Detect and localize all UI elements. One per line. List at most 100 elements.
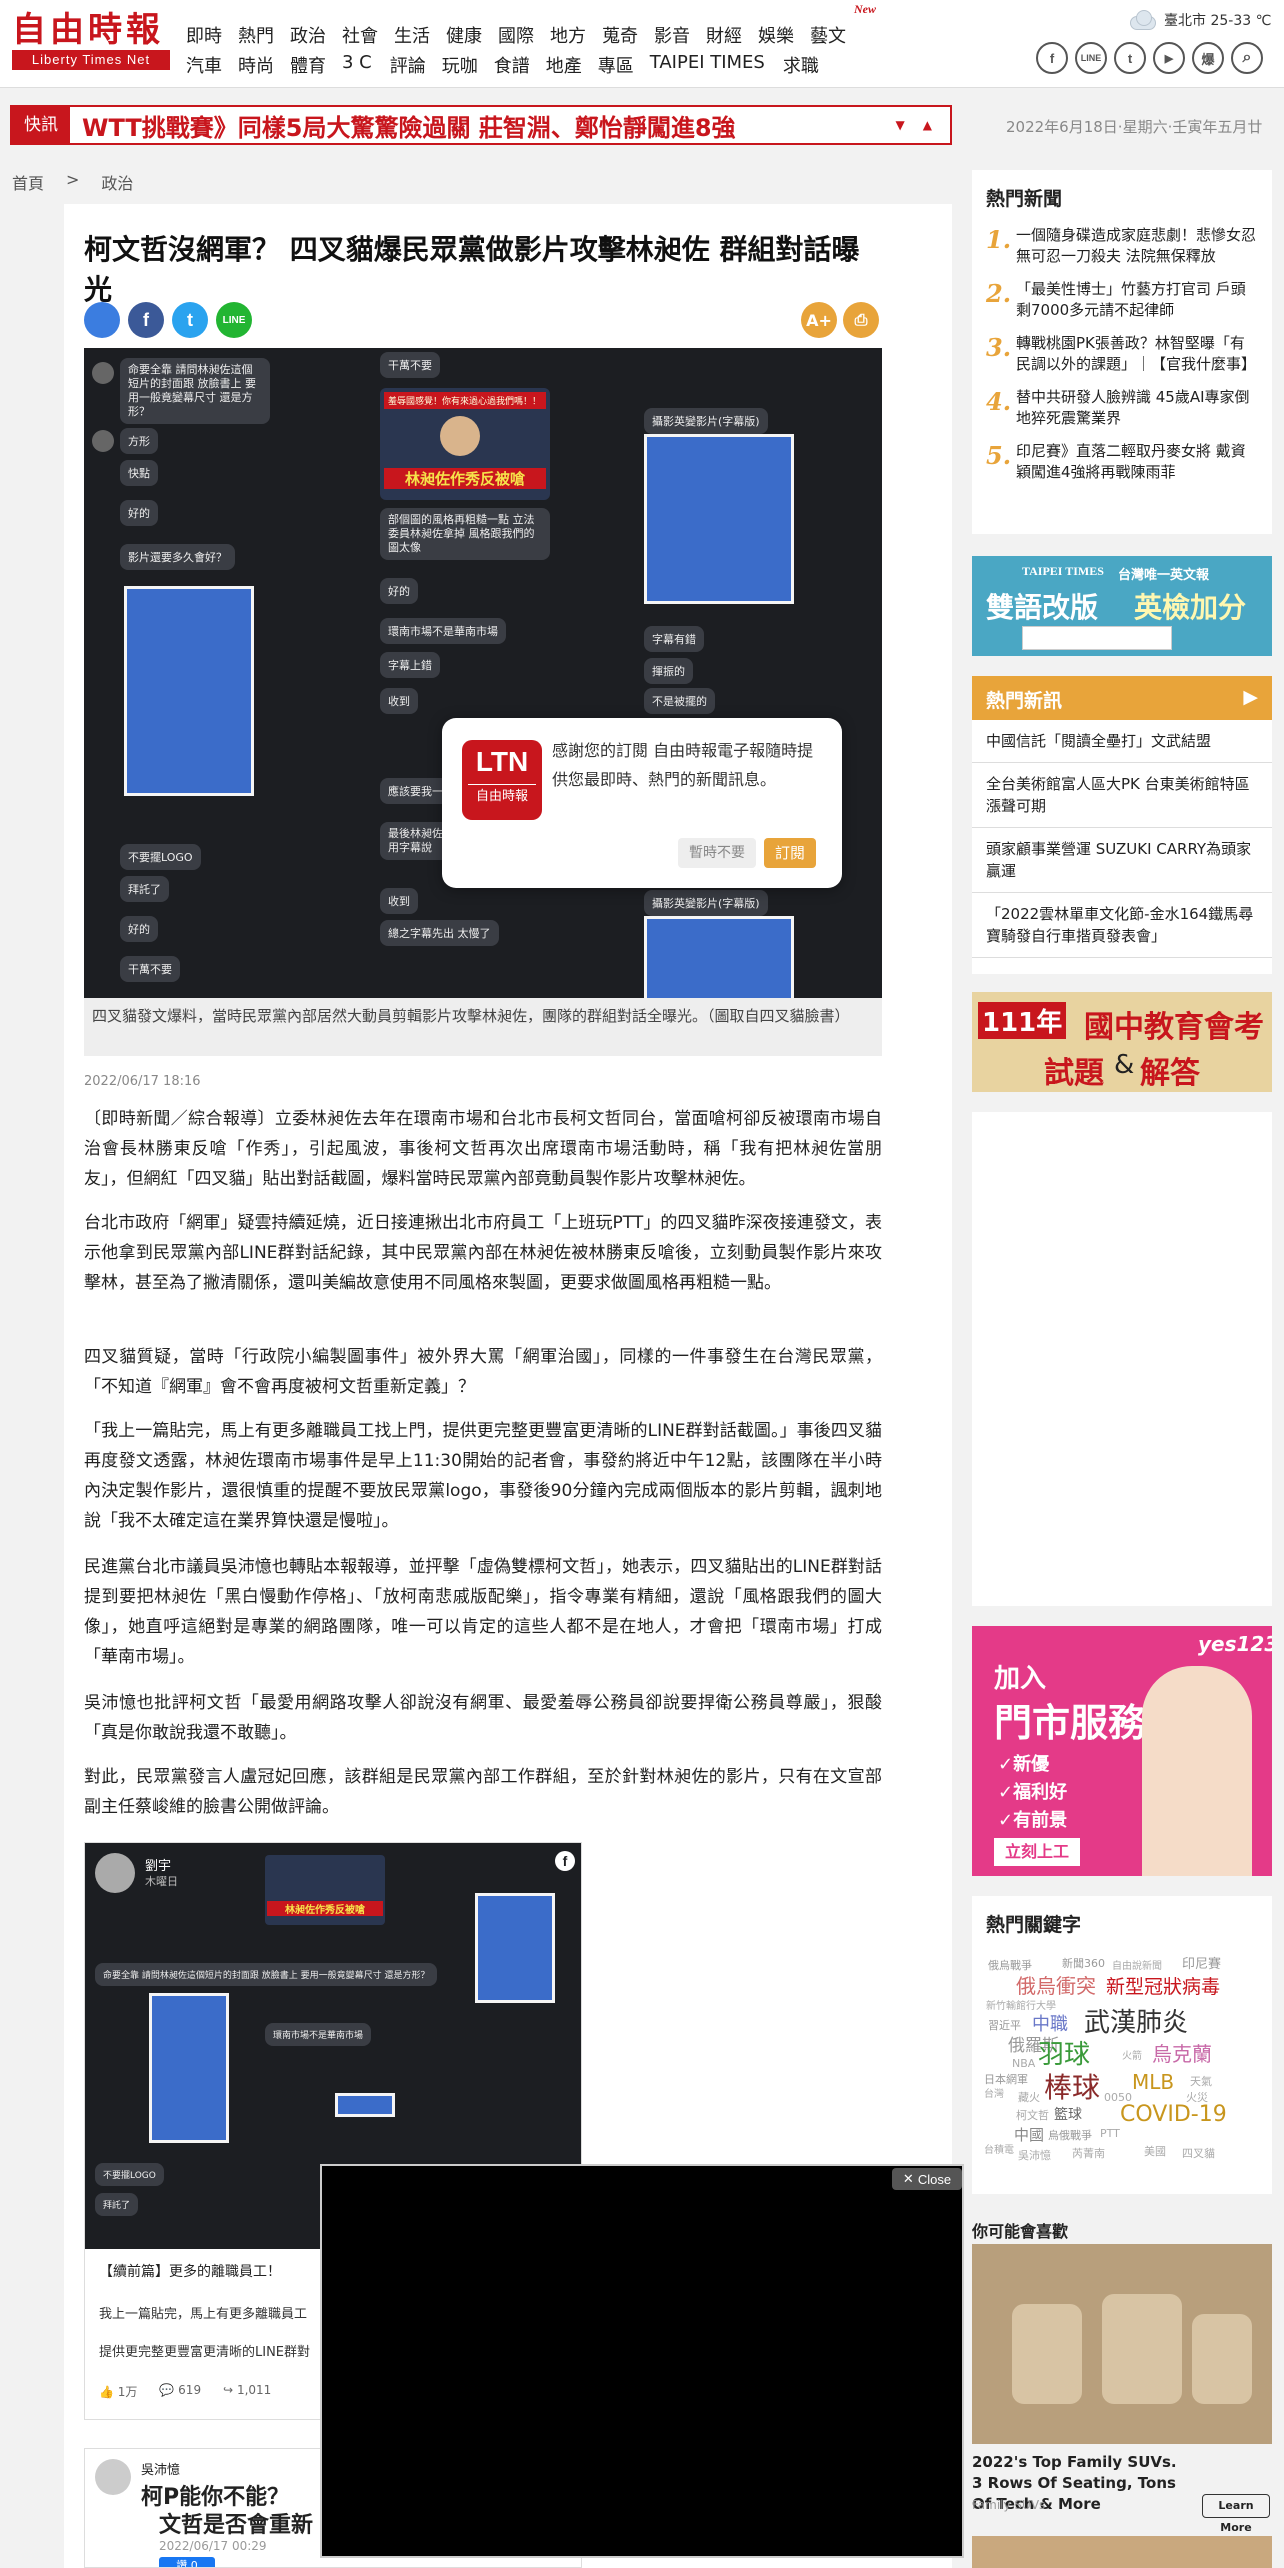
weather-widget[interactable]: 臺北市 25-33 ℃ xyxy=(1128,10,1271,30)
keyword-link[interactable]: PTT xyxy=(1100,2128,1120,2139)
keyword-link[interactable]: 中國 xyxy=(1014,2128,1044,2143)
line-share-icon[interactable]: LINE xyxy=(216,302,252,338)
keyword-link[interactable]: 俄烏戰爭 xyxy=(988,1960,1032,1971)
share-dot-icon[interactable] xyxy=(84,302,120,338)
sponsored-news-item[interactable]: 中國信託「閱讀全壘打」文武結盟 xyxy=(972,720,1272,763)
sponsored-news-item[interactable]: 全台美術館富人區大PK 台東美術館特區漲聲可期 xyxy=(972,763,1272,828)
site-logo[interactable]: 自由時報 Liberty Times Net xyxy=(12,10,170,74)
facebook-share-icon[interactable]: f xyxy=(128,302,164,338)
print-icon[interactable]: ⎙ xyxy=(843,302,879,338)
breadcrumb-politics[interactable]: 政治 xyxy=(101,170,133,194)
keyword-link[interactable]: 新竹輸館行大學 xyxy=(986,2002,1056,2012)
twitter-icon[interactable]: t xyxy=(1114,42,1146,74)
breaking-up-arrow-icon[interactable]: ▲ xyxy=(923,118,932,132)
facebook-icon[interactable]: f xyxy=(1036,42,1068,74)
chevron-right-icon[interactable]: ▶ xyxy=(1243,686,1258,708)
breadcrumb-home[interactable]: 首頁 xyxy=(12,170,44,194)
taipei-times-ad[interactable]: TAIPEI TIMES 台灣唯一英文報 雙語改版 英檢加分 xyxy=(972,556,1272,656)
popup-later-button[interactable]: 暫時不要 xyxy=(678,838,756,868)
nav-item-0[interactable]: 汽車 xyxy=(186,52,238,78)
keyword-link[interactable]: 俄烏衝突 xyxy=(1016,1976,1096,1996)
keyword-link[interactable]: NBA xyxy=(1012,2058,1035,2069)
hot-news-item[interactable]: 1. 一個隨身碟造成家庭悲劇！悲慘女忍無可忍一刀殺夫 法院無保釋放 xyxy=(972,219,1272,273)
keyword-link[interactable]: 習近平 xyxy=(988,2020,1021,2031)
nav-item-4[interactable]: 生活 xyxy=(394,22,446,48)
nav-item-5[interactable]: 玩咖 xyxy=(442,52,494,78)
nav-item-2[interactable]: 體育 xyxy=(290,52,342,78)
video-player[interactable] xyxy=(320,2164,964,2558)
keyword-link[interactable]: 棒球 xyxy=(1044,2074,1100,2102)
nav-item-5[interactable]: 健康 xyxy=(446,22,498,48)
keyword-link[interactable]: 新聞360 xyxy=(1062,1958,1105,1969)
nav-item-0[interactable]: 即時 xyxy=(186,22,238,48)
keyword-link[interactable]: 印尼賽 xyxy=(1182,1958,1221,1971)
yes123-ad[interactable]: yes123 加入 門市服務 ✓新優 ✓福利好 ✓有前景 立刻上工 xyxy=(972,1626,1272,1876)
line-icon[interactable]: LINE xyxy=(1075,42,1107,74)
nav-item-4[interactable]: 評論 xyxy=(390,52,442,78)
nav-item-8[interactable]: 專區 xyxy=(598,52,650,78)
next-ad-image[interactable] xyxy=(972,2536,1272,2568)
keyword-link[interactable]: 芮菁南 xyxy=(1072,2148,1105,2159)
nav-item-10[interactable]: 財經 xyxy=(706,22,758,48)
nav-item-10[interactable]: 求職 xyxy=(783,52,835,78)
keyword-link[interactable]: 自由說新聞 xyxy=(1112,1962,1162,1972)
nav-item-9[interactable]: 影音 xyxy=(654,22,706,48)
promo-cta[interactable]: 立刻上工 xyxy=(994,1838,1080,1866)
font-size-icon[interactable]: A+ xyxy=(801,302,837,338)
breaking-headline[interactable]: WTT挑戰賽》同樣5局大驚驚險過關 莊智淵、鄭怡靜闖進8強 xyxy=(82,108,896,143)
comment-count[interactable]: 💬 619 xyxy=(159,2383,201,2400)
keyword-link[interactable]: 台積電 xyxy=(984,2146,1014,2156)
popup-subscribe-button[interactable]: 訂閱 xyxy=(764,838,816,868)
keyword-link[interactable]: 烏克蘭 xyxy=(1152,2044,1212,2064)
keyword-link[interactable]: 籃球 xyxy=(1054,2108,1082,2122)
suv-interior-image[interactable] xyxy=(972,2244,1272,2444)
fb-like-button[interactable]: 讚 0 xyxy=(159,2557,215,2567)
youtube-icon[interactable]: ▶ xyxy=(1153,42,1185,74)
like-count[interactable]: 👍 1万 xyxy=(99,2383,137,2400)
keyword-link[interactable]: 新型冠狀病毒 xyxy=(1106,1978,1220,1997)
hot-news-item[interactable]: 2. 「最美性博士」竹藝方打官司 戶頭剩7000多元請不起律師 xyxy=(972,273,1272,327)
hot-news-item[interactable]: 3. 轉戰桃園PK張善政？林智堅曝「有民調以外的課題」｜【官我什麼事】 xyxy=(972,327,1272,381)
exam-answers-ad[interactable]: 111年 國中教育會考 試題 & 解答 xyxy=(972,992,1272,1092)
twitter-share-icon[interactable]: t xyxy=(172,302,208,338)
keyword-link[interactable]: 武漢肺炎 xyxy=(1084,2010,1188,2036)
keyword-link[interactable]: 天氣 xyxy=(1190,2076,1212,2087)
hot-news-item[interactable]: 4. 替中共研發人臉辨識 45歲AI專家倒地猝死震驚業界 xyxy=(972,381,1272,435)
nav-item-6[interactable]: 食譜 xyxy=(494,52,546,78)
nav-item-3[interactable]: 3 C xyxy=(342,52,372,78)
nav-item-7[interactable]: 地方 xyxy=(550,22,602,48)
keyword-link[interactable]: 吳沛憶 xyxy=(1018,2150,1051,2161)
keyword-link[interactable]: 美國 xyxy=(1144,2146,1166,2157)
learn-more-button[interactable]: Learn More xyxy=(1202,2494,1270,2534)
nav-item-1[interactable]: 時尚 xyxy=(238,52,290,78)
keyword-link[interactable]: 藏火 xyxy=(1018,2092,1040,2103)
keyword-link[interactable]: 羽球 xyxy=(1038,2042,1090,2068)
video-close-button[interactable]: ✕ Close xyxy=(892,2168,962,2190)
search-icon[interactable]: ⌕ xyxy=(1231,42,1263,74)
nav-item-9[interactable]: TAIPEI TIMES xyxy=(650,52,765,78)
nav-item-2[interactable]: 政治 xyxy=(290,22,342,48)
keyword-link[interactable]: 台灣 xyxy=(984,2090,1004,2100)
nav-item-7[interactable]: 地產 xyxy=(546,52,598,78)
keyword-link[interactable]: 中職 xyxy=(1032,2016,1068,2034)
nav-item-11[interactable]: 娛樂 xyxy=(758,22,810,48)
share-count[interactable]: ↪ 1,011 xyxy=(223,2383,271,2400)
keyword-link[interactable]: 四叉貓 xyxy=(1182,2148,1215,2159)
hot-news-item[interactable]: 5. 印尼賽》直落二輕取丹麥女將 戴資穎闖進4強將再戰陳雨菲 xyxy=(972,435,1272,489)
keyword-link[interactable]: 柯文哲 xyxy=(1016,2110,1049,2121)
breaking-down-arrow-icon[interactable]: ▼ xyxy=(896,118,905,132)
keyword-link[interactable]: MLB xyxy=(1132,2072,1174,2092)
nav-item-6[interactable]: 國際 xyxy=(498,22,550,48)
keyword-link[interactable]: COVID-19 xyxy=(1120,2104,1227,2126)
sponsored-news-item[interactable]: 「2022雲林單車文化節-金水164鐵馬尋寶騎發自行車揩頁發表會」 xyxy=(972,893,1272,958)
nav-item-8[interactable]: 蒐奇 xyxy=(602,22,654,48)
keyword-link[interactable]: 烏俄戰爭 xyxy=(1048,2130,1092,2141)
nav-item-12[interactable]: 藝文 xyxy=(810,22,862,48)
baoliao-icon[interactable]: 爆 xyxy=(1192,42,1224,74)
keyword-link[interactable]: 日本網軍 xyxy=(984,2074,1028,2085)
sponsored-news-item[interactable]: 頭家顧事業營運 SUZUKI CARRY為頭家贏運 xyxy=(972,828,1272,893)
nav-item-1[interactable]: 熱門 xyxy=(238,22,290,48)
article-photo[interactable]: 命要全靠 請問林昶佐這個短片的封面跟 放臉書上 要用一般竟變幕尺寸 還是方形？ … xyxy=(84,348,882,998)
nav-item-3[interactable]: 社會 xyxy=(342,22,394,48)
keyword-link[interactable]: 火箭 xyxy=(1122,2052,1142,2062)
